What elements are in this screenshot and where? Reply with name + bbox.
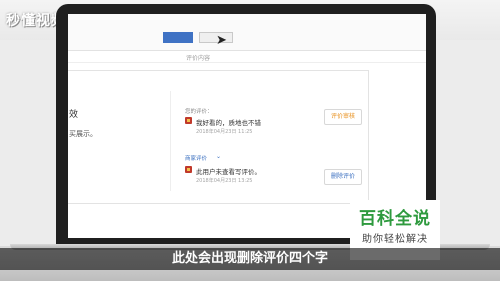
- content-divider: [68, 62, 426, 63]
- merchant-review-label[interactable]: 商家评价: [185, 154, 207, 162]
- merchant-review-text: 此用户未查看写评价。: [196, 168, 261, 176]
- watermark-subtitle: 助你轻松解决: [362, 234, 428, 245]
- toolbar-divider: [68, 50, 426, 51]
- card-divider: [170, 91, 171, 191]
- merchant-review-date: 2018年04月23日 13:25: [196, 178, 253, 184]
- screen-toolbar: ➤: [68, 14, 426, 50]
- your-review-date: 2018年04月23日 11:25: [196, 129, 253, 135]
- toolbar-primary-button[interactable]: [163, 32, 193, 43]
- left-title: 效: [69, 110, 79, 120]
- watermark-title: 百科全说: [359, 209, 431, 229]
- section-label: 评价内容: [186, 55, 211, 62]
- review-badge-icon: [185, 166, 192, 173]
- delete-review-button[interactable]: 删除评价: [324, 169, 362, 185]
- your-review-label: 您的评价：: [185, 109, 213, 115]
- mouse-cursor-icon: ➤: [216, 33, 227, 48]
- your-review-text: 我好看的，质地也不错: [196, 119, 261, 127]
- review-audit-button[interactable]: 评价审核: [324, 109, 362, 125]
- review-badge-icon: [185, 117, 192, 124]
- chevron-down-icon: ⌄: [216, 153, 222, 160]
- video-subtitle: 此处会出现删除评价四个字: [171, 251, 328, 266]
- left-subtitle: 买展示。: [69, 130, 97, 138]
- review-card: 效 买展示。 您的评价： 我好看的，质地也不错 2018年04月23日 11:2…: [68, 70, 369, 204]
